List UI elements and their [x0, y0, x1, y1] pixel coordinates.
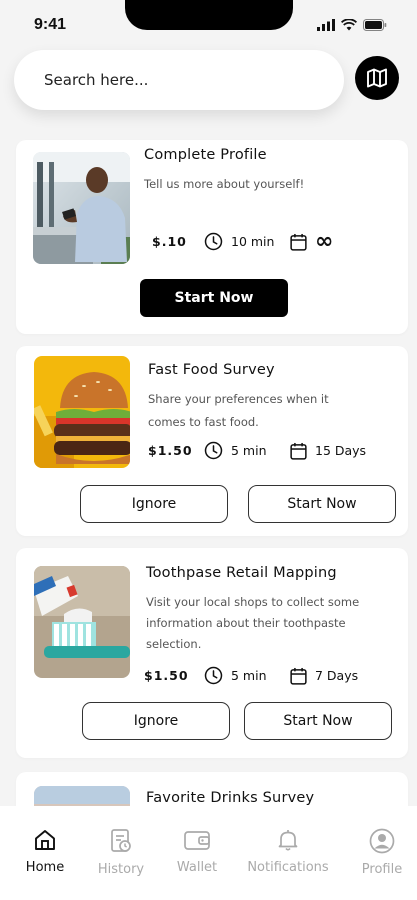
- survey-thumbnail-burger: [34, 356, 130, 468]
- nav-item-notifications[interactable]: Notifications: [240, 806, 336, 900]
- calendar-icon: [290, 233, 307, 251]
- survey-title: Toothpase Retail Mapping: [146, 565, 337, 581]
- nav-item-home[interactable]: Home: [14, 806, 76, 900]
- map-button[interactable]: [355, 56, 399, 100]
- profile-icon: [369, 828, 395, 854]
- wifi-icon: [341, 19, 357, 31]
- bell-icon: [278, 830, 298, 851]
- battery-icon: [363, 19, 387, 31]
- home-icon: [35, 830, 55, 850]
- nav-item-wallet[interactable]: Wallet: [166, 806, 228, 900]
- survey-days: ∞: [315, 228, 334, 254]
- survey-description: Tell us more about yourself!: [144, 177, 305, 191]
- survey-reward: $1.50: [144, 668, 189, 683]
- search-bar: [14, 50, 344, 110]
- clock-icon: [204, 441, 223, 460]
- nav-label: Profile: [361, 862, 403, 877]
- survey-thumbnail-person: [33, 152, 130, 264]
- survey-title: Favorite Drinks Survey: [146, 790, 315, 806]
- clock-icon: [204, 232, 223, 251]
- ignore-button[interactable]: Ignore: [82, 702, 230, 740]
- nav-label: Wallet: [176, 860, 218, 875]
- survey-meta: $.10 10 min ∞: [152, 228, 334, 254]
- survey-description-line-3: selection.: [146, 637, 202, 651]
- status-time: 9:41: [34, 16, 67, 33]
- survey-duration: 5 min: [231, 668, 267, 683]
- survey-description-line-1: Visit your local shops to collect some: [146, 595, 360, 609]
- map-icon: [367, 68, 387, 88]
- nav-item-profile[interactable]: Profile: [352, 806, 412, 900]
- history-icon: [111, 829, 131, 852]
- wallet-icon: [184, 831, 210, 850]
- bottom-navigation: Home History Wallet Notifications Profil…: [0, 806, 417, 900]
- nav-item-history[interactable]: History: [90, 806, 152, 900]
- calendar-icon: [290, 442, 307, 460]
- ignore-button[interactable]: Ignore: [80, 485, 228, 523]
- survey-reward: $1.50: [148, 443, 193, 458]
- survey-duration: 5 min: [231, 443, 267, 458]
- survey-duration: 10 min: [231, 234, 275, 249]
- survey-thumbnail-toothbrush: [34, 566, 130, 678]
- search-input[interactable]: [44, 50, 324, 110]
- survey-card-toothpaste: Toothpase Retail Mapping Visit your loca…: [16, 548, 408, 758]
- start-now-button[interactable]: Start Now: [248, 485, 396, 523]
- start-now-button[interactable]: Start Now: [140, 279, 288, 317]
- survey-meta: $1.50 5 min 7 Days: [144, 666, 358, 685]
- survey-title: Fast Food Survey: [148, 362, 275, 378]
- nav-label: Home: [25, 860, 65, 875]
- nav-label: History: [97, 862, 145, 877]
- status-icons: [317, 19, 387, 31]
- status-bar: 9:41: [0, 0, 417, 52]
- survey-days: 7 Days: [315, 668, 359, 683]
- survey-description-line-2: information about their toothpaste: [146, 616, 346, 630]
- start-now-button[interactable]: Start Now: [244, 702, 392, 740]
- survey-days: 15 Days: [315, 443, 367, 458]
- survey-description-line-1: Share your preferences when it: [148, 392, 329, 406]
- survey-card-fast-food: Fast Food Survey Share your preferences …: [16, 346, 408, 536]
- device-notch: [125, 0, 293, 30]
- survey-meta: $1.50 5 min 15 Days: [148, 441, 366, 460]
- calendar-icon: [290, 667, 307, 685]
- signal-icon: [317, 19, 335, 31]
- survey-description-line-2: comes to fast food.: [148, 415, 259, 429]
- survey-title: Complete Profile: [144, 147, 267, 163]
- nav-label: Notifications: [247, 860, 329, 875]
- survey-card-complete-profile: Complete Profile Tell us more about your…: [16, 140, 408, 334]
- clock-icon: [204, 666, 223, 685]
- survey-reward: $.10: [152, 234, 187, 249]
